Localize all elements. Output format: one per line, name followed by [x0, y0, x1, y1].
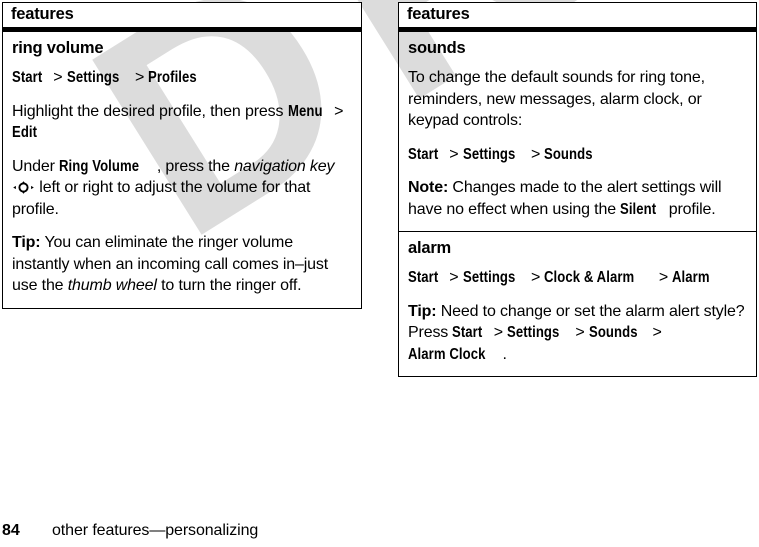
ui-path-token: Sounds	[544, 145, 594, 163]
section-title-alarm: alarm	[408, 239, 452, 257]
paragraph-under-ring-volume: Under Ring Volume, press the navigation …	[12, 157, 335, 218]
ui-path-token: Edit	[12, 124, 38, 141]
ui-path-token: Menu	[287, 102, 323, 120]
paragraph-path-alarm: Start > Settings > Clock & Alarm > Alarm	[408, 267, 747, 289]
paragraph-tip-alarm-style: Tip: Need to change or set the alarm ale…	[408, 301, 747, 366]
section-body-sounds: To change the default sounds for ring to…	[408, 67, 747, 220]
right-table-header: features	[398, 2, 757, 27]
section-ring-volume: ring volume Start > Settings > Profiles H…	[3, 32, 361, 308]
page-number: 84	[2, 522, 20, 539]
section-sounds: sounds To change the default sounds for …	[399, 32, 756, 231]
paragraph-highlight-profile: Highlight the desired profile, then pres…	[12, 101, 352, 144]
right-feature-table: features sounds To change the default so…	[398, 2, 757, 377]
ui-path-token: Profiles	[148, 69, 198, 86]
manual-page: features ring volume Start > Settings > …	[0, 0, 759, 547]
lead-in-label: Tip:	[408, 302, 437, 320]
paragraph-note-silent: Note: Changes made to the alert settings…	[408, 177, 747, 220]
ui-path-token: Clock & Alarm	[544, 269, 635, 286]
page-footer: 84 other features—personalizing	[0, 522, 759, 546]
ui-path-token: Sounds	[588, 324, 638, 341]
section-alarm: alarm Start > Settings > Clock & Alarm >…	[399, 231, 756, 376]
ui-path-token: Settings	[66, 69, 120, 86]
left-table-header: features	[2, 2, 362, 27]
lead-in-label: Note:	[408, 179, 449, 196]
emphasis-term: thumb wheel	[67, 277, 157, 294]
paragraph-sounds-intro: To change the default sounds for ring to…	[408, 69, 705, 129]
ui-path-token: Start	[12, 69, 43, 86]
running-title: other features—personalizing	[52, 522, 259, 539]
ui-path-token: Start	[408, 145, 439, 163]
ui-path-token: Alarm Clock	[408, 345, 486, 363]
paragraph-tip-ringer: Tip: You can eliminate the ringer volume…	[12, 234, 329, 294]
ui-path-token: Settings	[462, 269, 516, 286]
section-body-ring-volume: Start > Settings > Profiles Highlight the…	[12, 67, 352, 297]
ui-path-token: Silent	[620, 200, 657, 218]
left-feature-table: features ring volume Start > Settings > …	[2, 2, 362, 309]
ui-path-token: Start	[408, 269, 439, 286]
ui-path-token: Start	[452, 324, 483, 341]
paragraph-path-sounds: Start > Settings > Sounds	[408, 144, 747, 166]
right-table-body: sounds To change the default sounds for …	[398, 32, 757, 377]
section-body-alarm: Start > Settings > Clock & Alarm > Alarm…	[408, 267, 747, 365]
ui-path-token: Settings	[507, 324, 560, 341]
emphasis-term: navigation key	[234, 157, 335, 175]
lead-in-label: Tip:	[12, 234, 41, 251]
paragraph-path-profiles: Start > Settings > Profiles	[12, 67, 352, 89]
ui-path-token: Ring Volume	[59, 157, 140, 175]
navigation-key-icon	[13, 181, 34, 194]
section-title-ring-volume: ring volume	[12, 39, 104, 57]
ui-path-token: Settings	[462, 145, 516, 163]
ui-path-token: Alarm	[672, 269, 710, 286]
section-title-sounds: sounds	[408, 39, 466, 57]
left-table-body: ring volume Start > Settings > Profiles H…	[2, 32, 362, 309]
